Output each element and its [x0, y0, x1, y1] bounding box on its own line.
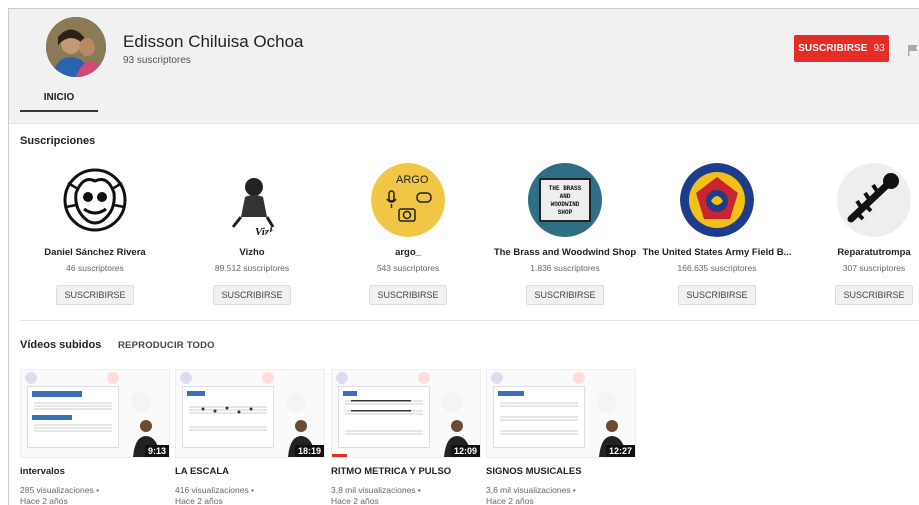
video-views: 285 visualizaciones •	[20, 485, 100, 495]
play-all-button[interactable]: REPRODUCIR TODO	[118, 340, 215, 351]
video-thumbnail[interactable]: 18:19	[175, 369, 325, 458]
presenter-image	[180, 372, 316, 457]
subscription-card: Vizho Vizho 89.512 suscriptores SUSCRIBI…	[177, 163, 327, 305]
channel-subscriber-count: 93 suscriptores	[123, 55, 191, 66]
subscribe-channel-button[interactable]: SUSCRIBIRSE	[526, 285, 604, 305]
presenter-image	[25, 372, 161, 457]
svg-text:THE BRASS: THE BRASS	[549, 185, 582, 192]
subscription-card: The United States Army Field B... 166.63…	[642, 163, 792, 305]
subscription-subs: 307 suscriptores	[842, 263, 906, 273]
video-title[interactable]: RITMO METRICA Y PULSO	[331, 466, 479, 477]
svg-text:ARGO: ARGO	[396, 174, 429, 186]
subscribe-channel-button[interactable]: SUSCRIBIRSE	[213, 285, 291, 305]
section-divider	[20, 320, 919, 321]
subscribe-count: 93	[873, 43, 885, 54]
subscription-name[interactable]: The Brass and Woodwind Shop	[490, 247, 640, 258]
subscription-subs: 543 suscriptores	[376, 263, 440, 273]
subscribe-channel-button[interactable]: SUSCRIBIRSE	[56, 285, 134, 305]
svg-text:WOODWIND: WOODWIND	[551, 201, 580, 208]
svg-text:AND: AND	[560, 193, 571, 200]
subscribe-button[interactable]: SUSCRIBIRSE 93	[794, 35, 889, 62]
svg-text:SHOP: SHOP	[558, 209, 573, 216]
presenter-image	[491, 372, 627, 457]
video-duration: 9:13	[144, 445, 169, 457]
video-title[interactable]: intervalos	[20, 466, 168, 477]
subscribe-channel-button[interactable]: SUSCRIBIRSE	[835, 285, 913, 305]
video-card[interactable]: 18:19 LA ESCALA 416 visualizaciones • Ha…	[175, 369, 325, 505]
uploads-title[interactable]: Vídeos subidos	[20, 339, 101, 351]
video-duration: 12:09	[450, 445, 480, 457]
subscription-card: Reparatutrompa 307 suscriptores SUSCRIBI…	[799, 163, 919, 305]
subscription-name[interactable]: The United States Army Field B...	[642, 247, 792, 258]
channel-avatar[interactable]	[837, 163, 911, 237]
subscription-card: Daniel Sánchez Rivera 46 suscriptores SU…	[20, 163, 170, 305]
channel-avatar[interactable]	[46, 17, 106, 77]
subscribe-button-label: SUSCRIBIRSE	[798, 43, 868, 54]
subscription-subs: 89.512 suscriptores	[214, 263, 290, 273]
video-views: 3,6 mil visualizaciones •	[486, 485, 576, 495]
subscriptions-title: Suscripciones	[20, 135, 96, 147]
subscribe-channel-button[interactable]: SUSCRIBIRSE	[678, 285, 756, 305]
subscription-card: ARGO argo_ 543 suscriptores SUSCRIBIRSE	[333, 163, 483, 305]
subscription-subs: 166.635 suscriptores	[677, 263, 757, 273]
video-card[interactable]: 12:27 SIGNOS MUSICALES 3,6 mil visualiza…	[486, 369, 636, 505]
subscription-subs: 46 suscriptores	[66, 263, 124, 273]
subscription-card: THE BRASS AND WOODWIND SHOP The Brass an…	[490, 163, 640, 305]
subscription-subs: 1.836 suscriptores	[530, 263, 600, 273]
video-duration: 12:27	[605, 445, 635, 457]
video-thumbnail[interactable]: 12:09	[331, 369, 481, 458]
subscription-name[interactable]: argo_	[333, 247, 483, 258]
channel-avatar[interactable]	[680, 163, 754, 237]
channel-avatar[interactable]: Vizho	[215, 163, 289, 237]
flag-icon[interactable]	[907, 43, 919, 61]
video-card[interactable]: 12:09 RITMO METRICA Y PULSO 3,8 mil visu…	[331, 369, 481, 505]
subscription-name[interactable]: Vizho	[177, 247, 327, 258]
video-thumbnail[interactable]: 9:13	[20, 369, 170, 458]
video-card[interactable]: 9:13 intervalos 285 visualizaciones • Ha…	[20, 369, 170, 505]
video-thumbnail[interactable]: 12:27	[486, 369, 636, 458]
svg-text:Vizho: Vizho	[255, 226, 281, 237]
subscribe-channel-button[interactable]: SUSCRIBIRSE	[369, 285, 447, 305]
video-duration: 18:19	[294, 445, 324, 457]
channel-avatar[interactable]: THE BRASS AND WOODWIND SHOP	[528, 163, 602, 237]
channel-avatar[interactable]	[58, 163, 132, 237]
subscription-name[interactable]: Reparatutrompa	[799, 247, 919, 258]
channel-page: Edisson Chiluisa Ochoa 93 suscriptores S…	[8, 8, 919, 505]
tab-home[interactable]: INICIO	[20, 84, 98, 112]
video-views: 416 visualizaciones •	[175, 485, 255, 495]
video-title[interactable]: SIGNOS MUSICALES	[486, 466, 634, 477]
video-title[interactable]: LA ESCALA	[175, 466, 323, 477]
channel-avatar[interactable]: ARGO	[371, 163, 445, 237]
subscription-name[interactable]: Daniel Sánchez Rivera	[20, 247, 170, 258]
channel-name[interactable]: Edisson Chiluisa Ochoa	[123, 32, 303, 52]
watch-progress-bar	[332, 454, 347, 457]
channel-header: Edisson Chiluisa Ochoa 93 suscriptores S…	[9, 9, 919, 124]
video-views: 3,8 mil visualizaciones •	[331, 485, 421, 495]
presenter-image	[336, 372, 472, 457]
